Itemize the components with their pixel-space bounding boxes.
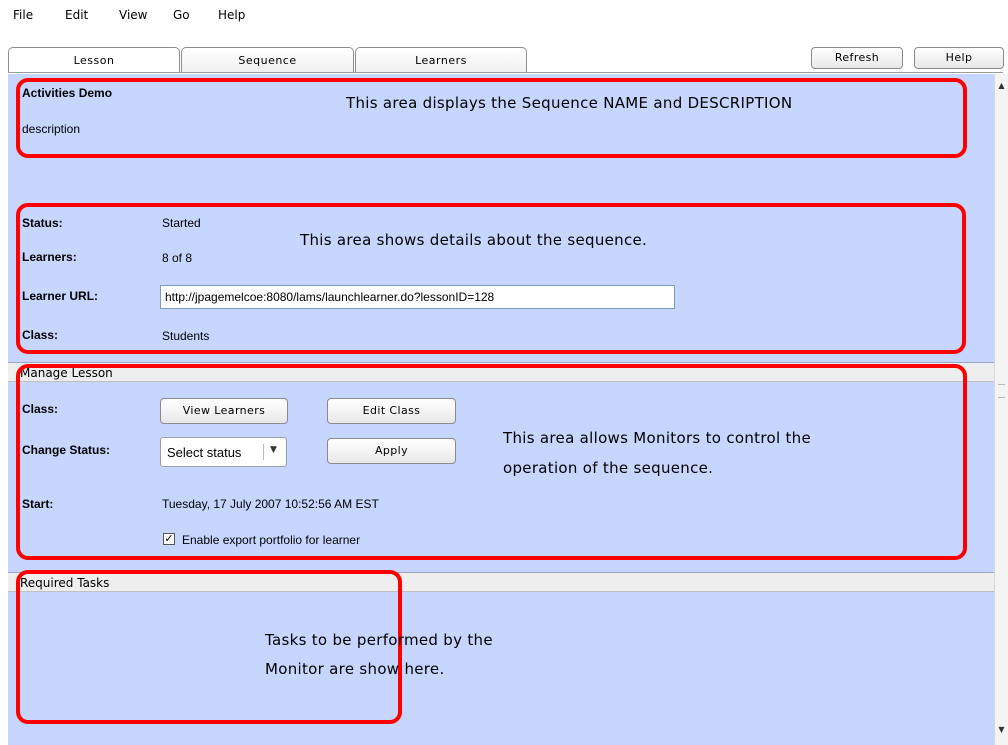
menu-help[interactable]: Help [218,8,245,22]
vertical-scrollbar[interactable]: ▲ ▼ [994,74,1008,745]
annotation-name-text: This area displays the Sequence NAME and… [346,94,793,112]
annotation-details-area [16,203,966,354]
menu-view[interactable]: View [119,8,147,22]
tab-learners[interactable]: Learners [355,47,527,73]
annotation-details-text: This area shows details about the sequen… [300,231,648,249]
menu-bar: File Edit View Go Help [0,0,1008,26]
tab-baseline [8,72,1003,73]
annotation-tasks-text-1: Tasks to be performed by the [265,631,493,649]
menu-file[interactable]: File [13,8,33,22]
tab-sequence[interactable]: Sequence [181,47,354,73]
scroll-thumb[interactable] [998,384,1005,398]
tab-lesson[interactable]: Lesson [8,47,180,73]
annotation-manage-text-2: operation of the sequence. [503,459,714,477]
menu-edit[interactable]: Edit [65,8,88,22]
help-button[interactable]: Help [914,47,1004,69]
menu-go[interactable]: Go [173,8,190,22]
scroll-up-icon[interactable]: ▲ [997,80,1006,92]
annotation-tasks-text-2: Monitor are show here. [265,660,445,678]
annotation-manage-text-1: This area allows Monitors to control the [503,429,812,447]
annotation-manage-area [16,364,967,560]
scroll-down-icon[interactable]: ▼ [997,724,1006,736]
refresh-button[interactable]: Refresh [811,47,903,69]
